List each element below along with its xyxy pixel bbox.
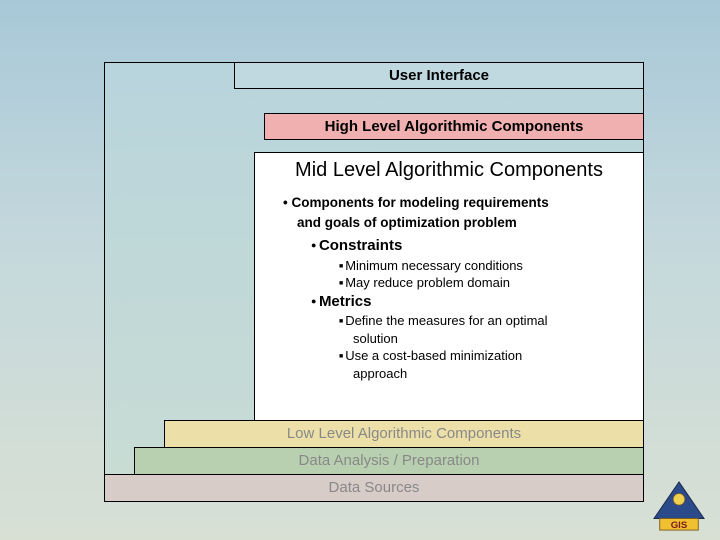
layer-title: Data Sources (105, 475, 643, 500)
sub-metrics-item-cont: approach (353, 365, 629, 383)
sub-metrics: Metrics (311, 292, 629, 312)
sub-metrics-item-cont: solution (353, 330, 629, 348)
layer-title: Mid Level Algorithmic Components (255, 153, 643, 186)
layer-low-level: Low Level Algorithmic Components (164, 420, 644, 448)
layer-title: Low Level Algorithmic Components (165, 421, 643, 446)
gis-logo-icon: GIS (650, 480, 708, 532)
layer-title: User Interface (235, 63, 643, 88)
logo-text: GIS (671, 520, 688, 531)
layer-high-level: High Level Algorithmic Components (264, 113, 644, 140)
layer-mid-level: Mid Level Algorithmic Components • Compo… (254, 152, 644, 421)
sub-constraints: Constraints (311, 236, 629, 256)
sub-constraints-item: Minimum necessary conditions (339, 257, 629, 275)
sub-constraints-item: May reduce problem domain (339, 274, 629, 292)
layer-title: High Level Algorithmic Components (265, 114, 643, 139)
sub-metrics-item: Define the measures for an optimal (339, 312, 629, 330)
layer-data-sources: Data Sources (104, 474, 644, 502)
mid-level-content: • Components for modeling requirements a… (255, 186, 643, 382)
sub-metrics-item: Use a cost-based minimization (339, 347, 629, 365)
bullet-main-text-1: Components for modeling requirements (291, 195, 548, 210)
layer-title: Data Analysis / Preparation (135, 448, 643, 473)
bullet-main-cont: and goals of optimization problem (297, 214, 629, 232)
layer-user-interface: User Interface (234, 62, 644, 89)
layer-data-preparation: Data Analysis / Preparation (134, 447, 644, 475)
bullet-main: • Components for modeling requirements (283, 194, 629, 212)
